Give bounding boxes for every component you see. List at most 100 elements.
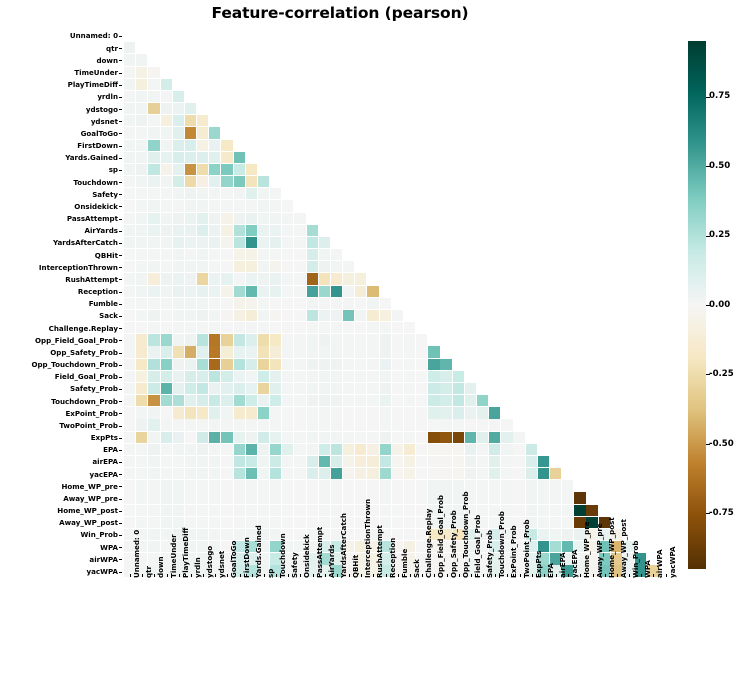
heatmap-cell: [403, 480, 416, 492]
heatmap-cell: [172, 309, 184, 322]
heatmap-cell: [233, 249, 245, 261]
heatmap-cell: [209, 224, 221, 236]
heatmap-cell: [270, 407, 282, 419]
y-axis-tick-label: airEPA: [92, 457, 118, 467]
y-axis-tick-label: RushAttempt: [65, 274, 118, 284]
heatmap-cell: [172, 407, 184, 419]
heatmap-cell: [330, 273, 343, 285]
heatmap-cell: [124, 419, 136, 431]
heatmap-cell: [233, 261, 245, 273]
heatmap-cell: [513, 431, 525, 443]
heatmap-cell: [330, 480, 343, 492]
x-axis-tick-mark: [507, 574, 509, 577]
heatmap-cell: [318, 358, 330, 370]
heatmap-cell: [124, 66, 136, 78]
heatmap-cell: [124, 370, 136, 383]
x-axis-tick-label: TwoPoint_Prob: [521, 519, 531, 578]
heatmap-cell: [257, 200, 270, 212]
heatmap-cell: [148, 127, 160, 139]
heatmap-cell: [330, 334, 343, 346]
heatmap-cell: [355, 455, 367, 468]
heatmap-cell: [391, 358, 403, 370]
heatmap-cell: [233, 358, 245, 370]
heatmap-cell: [184, 516, 197, 529]
heatmap-cell: [403, 504, 416, 516]
x-axis-tick-label: Field_Goal_Prob: [472, 514, 482, 578]
heatmap-cell: [184, 115, 197, 127]
heatmap-cell: [355, 431, 367, 443]
heatmap-cell: [245, 382, 257, 395]
y-axis-tick-label: InterceptionThrown: [38, 262, 118, 272]
y-axis-tick-label: AirYards: [84, 226, 119, 236]
heatmap-cell: [233, 382, 245, 395]
heatmap-cell: [476, 431, 489, 443]
heatmap-cell: [136, 492, 148, 504]
heatmap-cell: [124, 78, 136, 90]
x-axis-tick-label: Win_Prob: [631, 540, 641, 578]
heatmap-cell: [355, 285, 367, 297]
heatmap-cell: [221, 528, 233, 541]
heatmap-cell: [416, 346, 428, 358]
x-axis-tick-mark: [470, 574, 472, 577]
heatmap-cell: [197, 407, 209, 419]
heatmap-cell: [245, 455, 257, 468]
x-axis-tick-mark: [483, 574, 484, 577]
heatmap-cell: [343, 285, 355, 297]
y-axis-tick-label: Opp_Touchdown_Prob: [31, 360, 118, 370]
heatmap-cell: [148, 176, 160, 188]
heatmap-cell: [197, 309, 209, 322]
heatmap-cell: [209, 212, 221, 224]
heatmap-cell: [379, 407, 391, 419]
heatmap-cell: [124, 346, 136, 358]
heatmap-cell: [501, 480, 513, 492]
colorbar[interactable]: [688, 41, 706, 569]
heatmap-cell: [172, 115, 184, 127]
heatmap-cell: [343, 358, 355, 370]
heatmap-cell: [136, 273, 148, 285]
heatmap-cell: [294, 382, 306, 395]
colorbar-tick-label: 0.50: [709, 160, 731, 171]
heatmap-cell: [330, 261, 343, 273]
heatmap-cell: [160, 200, 172, 212]
heatmap-cell: [172, 163, 184, 176]
heatmap-cell: [452, 395, 464, 407]
heatmap-cell: [160, 455, 172, 468]
heatmap-cell: [172, 176, 184, 188]
heatmap-cell: [148, 212, 160, 224]
heatmap-cell: [489, 419, 501, 431]
heatmap-cell: [148, 480, 160, 492]
y-axis-tick-label: qtr: [106, 43, 118, 53]
heatmap-cell: [160, 395, 172, 407]
x-axis-tick-mark: [495, 574, 497, 577]
heatmap-cell: [294, 480, 306, 492]
heatmap-cell: [184, 224, 197, 236]
heatmap-cell: [221, 346, 233, 358]
heatmap-cell: [489, 480, 501, 492]
heatmap-cell: [184, 297, 197, 309]
heatmap-cell: [391, 334, 403, 346]
heatmap-cell: [172, 261, 184, 273]
y-axis-tick-mark: [119, 510, 122, 512]
heatmap-cell: [124, 407, 136, 419]
heatmap-cell: [440, 407, 452, 419]
heatmap-cell: [221, 419, 233, 431]
heatmap-cell: [343, 443, 355, 456]
heatmap-cell: [136, 54, 148, 66]
heatmap-cell: [562, 504, 574, 516]
y-axis-tick-label: Unnamed: 0: [69, 31, 118, 41]
heatmap-cell: [343, 261, 355, 273]
x-axis-tick-label: PassAttempt: [314, 526, 324, 578]
heatmap-cell: [124, 334, 136, 346]
heatmap-cell: [160, 346, 172, 358]
heatmap-cell: [379, 480, 391, 492]
heatmap-cell: [233, 370, 245, 383]
heatmap-cell: [184, 261, 197, 273]
heatmap-cell: [160, 309, 172, 322]
heatmap-cell: [124, 236, 136, 249]
heatmap-cell: [136, 127, 148, 139]
heatmap-cell: [367, 358, 379, 370]
heatmap-cell: [379, 370, 391, 383]
heatmap-cell: [343, 309, 355, 322]
heatmap-cell: [233, 273, 245, 285]
heatmap-cell: [294, 309, 306, 322]
